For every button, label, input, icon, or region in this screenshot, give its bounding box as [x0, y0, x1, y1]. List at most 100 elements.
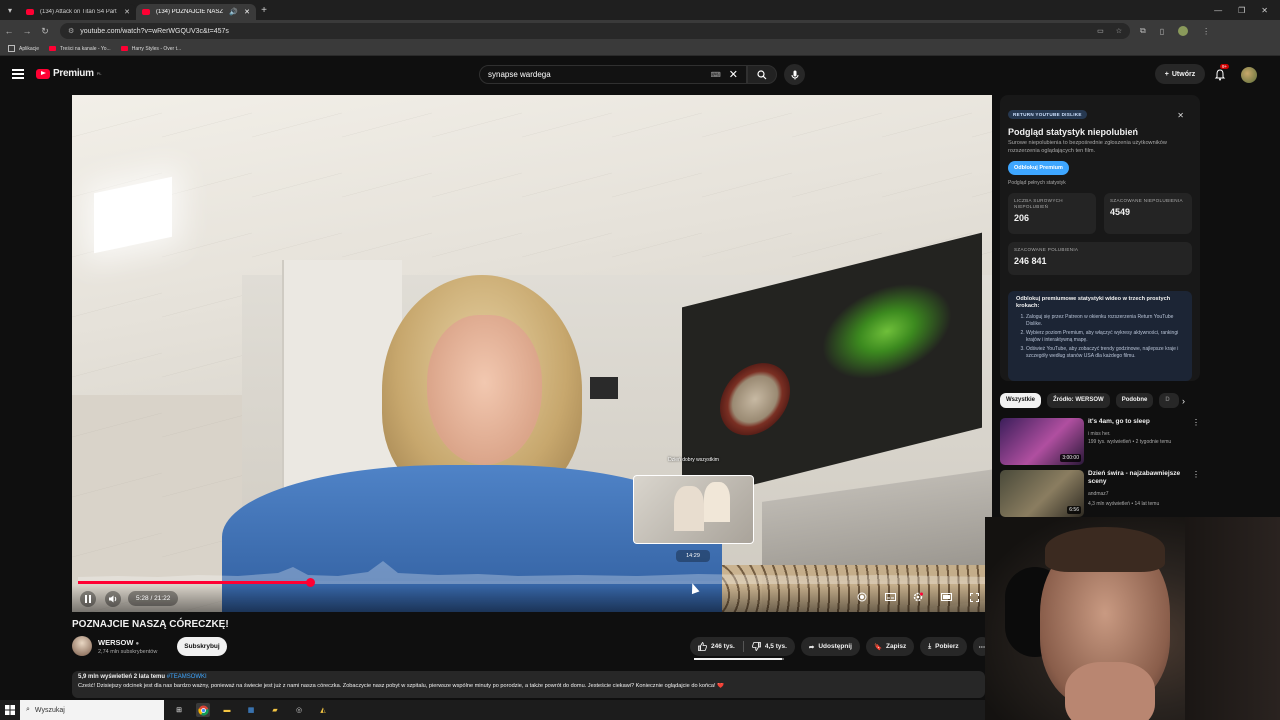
like-button[interactable]: 246 tys. — [690, 637, 743, 656]
task-view-icon[interactable]: ⊞ — [172, 703, 186, 717]
thumbs-down-icon — [751, 642, 761, 651]
chip-related[interactable]: Podobne — [1115, 393, 1154, 408]
youtube-premium-logo[interactable]: Premium PL — [36, 68, 102, 79]
chrome-icon[interactable] — [196, 703, 210, 717]
profile-avatar[interactable] — [1178, 26, 1189, 36]
back-icon[interactable]: ← — [0, 26, 18, 36]
sidepanel-icon[interactable]: ▯ — [1160, 27, 1164, 36]
search-button[interactable] — [747, 65, 777, 84]
most-replayed-heatmap — [78, 561, 986, 581]
dislike-button[interactable]: 4,5 tys. — [744, 637, 795, 656]
save-button[interactable]: 🔖 Zapisz — [865, 637, 915, 656]
download-button[interactable]: ⤓ Pobierz — [920, 637, 967, 656]
url-field[interactable]: ⚙ youtube.com/watch?v=wRerWGQUV3c&t=457s… — [60, 23, 1130, 39]
clear-search-icon[interactable]: ✕ — [729, 68, 738, 81]
reload-icon[interactable]: ↻ — [36, 26, 54, 37]
windows-start-icon[interactable] — [0, 700, 20, 720]
time-display: 5:28 / 21:22 — [128, 591, 179, 606]
autoplay-toggle[interactable] — [854, 589, 870, 605]
stat-label: SZACOWANE POLUBIENIA — [1014, 247, 1079, 252]
folder-icon[interactable]: ▰ — [268, 703, 282, 717]
minimize-icon[interactable]: — — [1214, 6, 1222, 15]
close-tab-icon[interactable]: ✕ — [124, 8, 130, 16]
share-button[interactable]: ➦ Udostępnij — [800, 637, 860, 656]
browser-tab-active[interactable]: (134) POZNAJCIE NASZĄ C 🔊 ✕ — [136, 4, 256, 20]
theater-mode-button[interactable] — [938, 589, 954, 605]
create-button[interactable]: + Utwórz — [1155, 64, 1205, 84]
chip-more[interactable]: D — [1159, 393, 1180, 408]
unlock-premium-button[interactable]: Odblokuj Premium — [1008, 161, 1069, 175]
webcam-hand — [1065, 662, 1155, 720]
panel-title: Podgląd statystyk niepolubień — [1008, 127, 1139, 137]
recommended-channel[interactable]: andmaz7 — [1088, 491, 1109, 498]
voice-search-button[interactable] — [784, 64, 805, 85]
video-thumbnail[interactable]: 3:00:00 — [1000, 418, 1084, 465]
webcam-hair — [1045, 527, 1165, 572]
notification-badge: 9+ — [1220, 64, 1230, 69]
channel-avatar[interactable] — [72, 636, 92, 656]
subscriber-count: 2,74 mln subskrybentów — [98, 648, 158, 655]
audio-icon[interactable]: 🔊 — [229, 8, 238, 16]
forward-icon[interactable]: → — [18, 26, 36, 36]
hashtag-link[interactable]: #TEAMSOWKI — [167, 674, 207, 680]
windows-logo-icon — [5, 705, 15, 715]
bookmark-star-icon[interactable]: ☆ — [1116, 27, 1122, 35]
fullscreen-button[interactable] — [966, 589, 982, 605]
close-icon[interactable]: ✕ — [1177, 111, 1184, 120]
chrome-menu-icon[interactable]: ⋮ — [1202, 27, 1210, 36]
subtitles-button[interactable] — [882, 589, 898, 605]
share-icon: ➦ — [808, 643, 815, 651]
search-icon — [757, 69, 767, 79]
extensions-area: ⧉ ▯ ⋮ — [1140, 26, 1210, 36]
pause-button[interactable] — [80, 591, 96, 607]
calendar-app-icon[interactable]: ▦ — [244, 703, 258, 717]
menu-icon[interactable] — [12, 69, 24, 79]
keyboard-icon[interactable]: ⌨ — [711, 71, 721, 79]
like-ratio-bar — [694, 658, 784, 660]
close-tab-icon[interactable]: ✕ — [244, 8, 250, 16]
tab-label: (134) POZNAJCIE NASZĄ C — [156, 9, 224, 15]
bookmark-item[interactable]: Treści na kanale - Yo... — [49, 46, 111, 52]
chevron-right-icon[interactable]: › — [1182, 396, 1185, 406]
new-tab-button[interactable]: + — [256, 5, 272, 16]
close-window-icon[interactable]: ✕ — [1261, 6, 1268, 15]
notifications-button[interactable]: 9+ — [1214, 64, 1230, 81]
obs-icon[interactable]: ◎ — [292, 703, 306, 717]
chip-source[interactable]: Źródło: WERSOW — [1047, 393, 1110, 408]
browser-tab[interactable]: (134) Attack on Titan S4 Part 2 ✕ — [20, 4, 136, 20]
mute-button[interactable] — [105, 591, 121, 607]
app-icon[interactable]: ◭ — [316, 703, 330, 717]
preview-chapter-title: Dzień dobry wszystkim — [668, 457, 719, 463]
description-text: Cześć! Dzisiejszy odcinek jest dla nas b… — [78, 683, 725, 689]
taskbar-search-input[interactable]: ⌕ Wyszukaj — [20, 700, 164, 720]
restore-icon[interactable]: ❐ — [1238, 6, 1245, 15]
settings-button[interactable] — [910, 589, 926, 605]
video-player[interactable]: Dzień dobry wszystkim 14:29 5:28 / 21:22 — [72, 95, 992, 612]
progress-bar[interactable] — [78, 578, 986, 587]
site-info-icon[interactable]: ⚙ — [68, 27, 74, 35]
channel-name[interactable]: WERSOW — [98, 638, 133, 647]
search-input[interactable]: synapse wardega ⌨ ✕ — [479, 65, 747, 84]
description-box[interactable]: 5,9 mln wyświetleń 2 lata temu #TEAMSOWK… — [72, 671, 985, 698]
bookmark-apps[interactable]: Aplikacje — [8, 45, 39, 52]
extensions-icon[interactable]: ⧉ — [1140, 26, 1146, 36]
video-thumbnail[interactable]: 6:56 — [1000, 470, 1084, 517]
file-explorer-icon[interactable]: ▬ — [220, 703, 234, 717]
recommended-title[interactable]: Dzień świra - najzabawniejsze sceny — [1088, 470, 1188, 486]
subscribe-button[interactable]: Subskrybuj — [177, 637, 227, 656]
more-options-icon[interactable]: ⋮ — [1192, 418, 1200, 427]
chip-all[interactable]: Wszystkie — [1000, 393, 1042, 408]
account-avatar[interactable] — [1241, 67, 1257, 83]
full-stats-link[interactable]: Podgląd pełnych statystyk — [1008, 180, 1192, 186]
tab-search-icon[interactable]: ▾ — [0, 0, 20, 20]
painting-plant — [822, 270, 952, 393]
recommended-video[interactable]: 6:56 Dzień świra - najzabawniejsze sceny… — [1000, 470, 1200, 517]
recommended-channel[interactable]: i miss her. — [1088, 431, 1111, 438]
recommended-video[interactable]: 3:00:00 it's 4am, go to sleep i miss her… — [1000, 418, 1200, 465]
bookmark-label: Aplikacje — [19, 45, 40, 52]
cast-icon[interactable]: ▭ — [1097, 27, 1104, 35]
bookmark-item[interactable]: Harry Styles - Over t... — [120, 46, 181, 52]
recommended-title[interactable]: it's 4am, go to sleep — [1088, 418, 1188, 426]
channel-info: WERSOW ● 2,74 mln subskrybentów — [72, 636, 157, 656]
more-options-icon[interactable]: ⋮ — [1192, 470, 1200, 479]
